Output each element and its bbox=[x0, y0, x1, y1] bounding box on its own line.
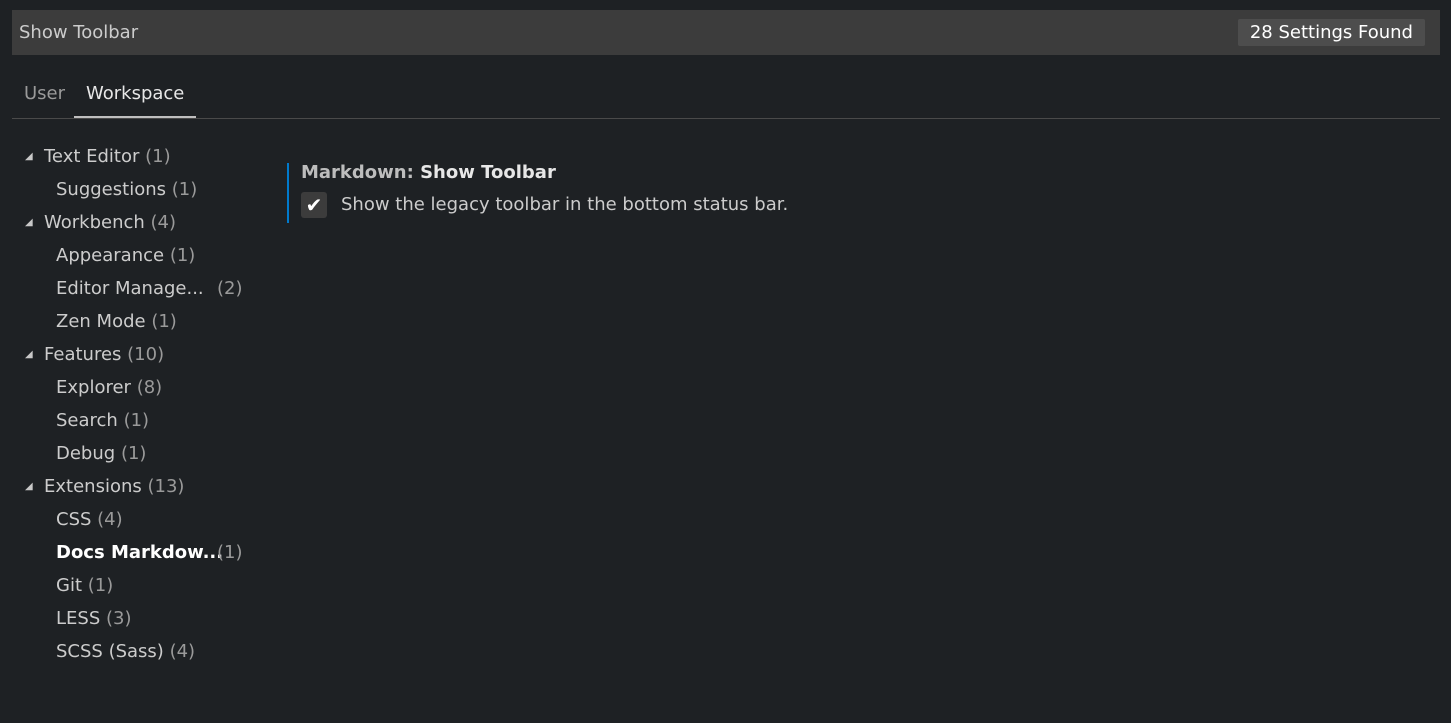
toc-item-label: Debug bbox=[56, 443, 116, 464]
settings-search-input[interactable] bbox=[12, 10, 1212, 55]
toc-item-count: (1) bbox=[169, 245, 196, 266]
results-count-badge: 28 Settings Found bbox=[1237, 19, 1425, 46]
setting-description: Show the legacy toolbar in the bottom st… bbox=[341, 194, 789, 215]
setting-category: Markdown: bbox=[301, 162, 421, 183]
toc-item-count: (10) bbox=[127, 344, 165, 365]
toc-item-label: Git bbox=[56, 575, 83, 596]
toc-item-label: Search bbox=[56, 410, 118, 431]
toc-item-count: (1) bbox=[151, 311, 177, 332]
toc-item-count: (1) bbox=[171, 179, 198, 200]
toc-item-label: SCSS (Sass) bbox=[56, 641, 164, 662]
setting-item-show-toolbar: Markdown: Show Toolbar ✔ Show the legacy… bbox=[287, 163, 889, 223]
toc-item-label: Appearance bbox=[56, 245, 165, 266]
toc-item-zen-mode[interactable]: Zen Mode (1) bbox=[0, 305, 260, 338]
toc-item-count: (1) bbox=[123, 410, 150, 431]
toc-item-count: (1) bbox=[145, 146, 171, 167]
toc-item-suggestions[interactable]: Suggestions (1) bbox=[0, 173, 260, 206]
settings-search-bar: 28 Settings Found bbox=[12, 10, 1440, 55]
toc-item-features[interactable]: ◢ Features (10) bbox=[0, 338, 260, 371]
toc-item-count: (1) bbox=[217, 542, 243, 563]
toc-item-extensions[interactable]: ◢ Extensions (13) bbox=[0, 470, 260, 503]
toc-item-label: Explorer bbox=[56, 377, 131, 398]
expanded-twistie-icon[interactable]: ◢ bbox=[25, 470, 33, 503]
expanded-twistie-icon[interactable]: ◢ bbox=[25, 140, 33, 173]
checkmark-icon: ✔ bbox=[305, 193, 323, 217]
toc-item-count: (4) bbox=[169, 641, 196, 662]
toc-item-count: (8) bbox=[136, 377, 163, 398]
setting-title: Markdown: Show Toolbar bbox=[301, 163, 556, 183]
toc-item-label: Extensions bbox=[44, 476, 142, 497]
toc-item-label: Features bbox=[44, 344, 122, 365]
toc-item-label: LESS bbox=[56, 608, 101, 629]
toc-item-count: (4) bbox=[97, 509, 123, 530]
settings-scope-tabs: User Workspace bbox=[12, 74, 1440, 119]
toc-item-label: Suggestions bbox=[56, 179, 166, 200]
toc-item-debug[interactable]: Debug (1) bbox=[0, 437, 260, 470]
expanded-twistie-icon[interactable]: ◢ bbox=[25, 338, 33, 371]
toc-item-label: CSS bbox=[56, 509, 92, 530]
setting-key: Show Toolbar bbox=[420, 162, 556, 183]
show-toolbar-checkbox[interactable]: ✔ bbox=[301, 192, 327, 218]
toc-item-count: (4) bbox=[150, 212, 177, 233]
toc-item-count: (1) bbox=[120, 443, 147, 464]
toc-item-scss[interactable]: SCSS (Sass) (4) bbox=[0, 635, 260, 668]
toc-item-label: Editor Manage... bbox=[56, 278, 204, 299]
toc-item-count: (13) bbox=[147, 476, 185, 497]
settings-toc-tree: ◢ Text Editor (1) Suggestions (1) ◢ Work… bbox=[0, 140, 260, 668]
toc-item-label: Text Editor bbox=[44, 146, 140, 167]
tab-user[interactable]: User bbox=[24, 74, 65, 118]
toc-item-label: Workbench bbox=[44, 212, 145, 233]
toc-item-count: (2) bbox=[217, 278, 243, 299]
toc-item-css[interactable]: CSS (4) bbox=[0, 503, 260, 536]
tab-workspace[interactable]: Workspace bbox=[74, 74, 197, 118]
toc-item-label: Zen Mode bbox=[56, 311, 146, 332]
toc-item-explorer[interactable]: Explorer (8) bbox=[0, 371, 260, 404]
toc-item-workbench[interactable]: ◢ Workbench (4) bbox=[0, 206, 260, 239]
expanded-twistie-icon[interactable]: ◢ bbox=[25, 206, 33, 239]
toc-item-docs-markdown[interactable]: Docs Markdow... (1) bbox=[0, 536, 260, 569]
toc-item-search[interactable]: Search (1) bbox=[0, 404, 260, 437]
toc-item-label: Docs Markdow... bbox=[56, 542, 224, 563]
toc-item-appearance[interactable]: Appearance (1) bbox=[0, 239, 260, 272]
toc-item-git[interactable]: Git (1) bbox=[0, 569, 260, 602]
toc-item-editor-management[interactable]: Editor Manage... (2) bbox=[0, 272, 260, 305]
toc-item-text-editor[interactable]: ◢ Text Editor (1) bbox=[0, 140, 260, 173]
toc-item-count: (1) bbox=[87, 575, 114, 596]
toc-item-count: (3) bbox=[106, 608, 132, 629]
toc-item-less[interactable]: LESS (3) bbox=[0, 602, 260, 635]
